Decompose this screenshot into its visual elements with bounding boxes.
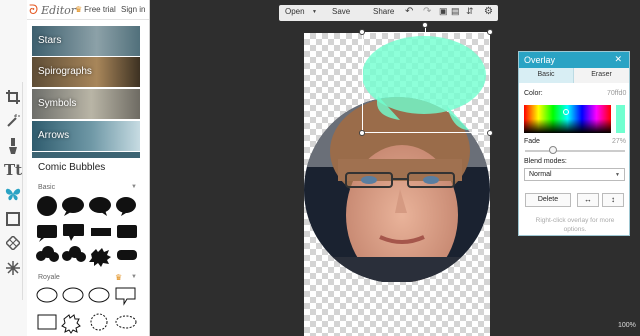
logo-text: Editor [41,4,77,17]
logo-mark-icon: ᘒ [29,3,39,18]
royale-bubble-grid [36,287,137,334]
app-logo[interactable]: ᘒ Editor [29,3,76,18]
crop-icon[interactable] [4,88,22,106]
delete-button[interactable]: Delete [525,193,571,207]
bubble-burst[interactable] [89,248,111,267]
tool-rail: Tt [0,0,27,336]
rail-divider [22,82,23,300]
zoom-level[interactable]: 100% [618,322,636,329]
outline-dashed[interactable] [115,315,137,329]
category-symbols[interactable]: Symbols [32,89,140,119]
save-button[interactable]: Save [332,7,350,16]
snowflake-icon[interactable] [4,259,22,277]
color-hex-value[interactable]: 70ffd0 [607,90,626,97]
bubble-oval-tail-3[interactable] [116,197,136,216]
dialog-title[interactable]: Overlay [519,52,629,68]
outline-bubble-2[interactable] [62,287,84,303]
bubble-rect-3[interactable] [117,225,137,238]
flip-vertical-icon[interactable]: ↕ [602,193,624,207]
hint-text: Right-click overlay for more options. [535,217,615,233]
chevron-down-icon[interactable]: ▼ [312,9,317,15]
category-label: Symbols [38,98,77,109]
open-menu[interactable]: Open [285,7,305,16]
selection-box[interactable] [362,32,490,133]
undo-icon[interactable]: ↶ [405,6,413,17]
fade-slider-knob[interactable] [549,146,557,154]
outline-burst[interactable] [61,314,81,334]
blend-label: Blend modes: [524,158,567,165]
category-label: Stars [38,35,62,46]
bubble-oval-tail-2[interactable] [89,197,111,216]
free-trial-link[interactable]: ♛ Free trial [75,5,116,14]
frame-icon[interactable] [4,210,22,228]
section-title: Comic Bubbles [38,162,106,173]
gallery-icon[interactable]: ▤ [451,6,460,17]
color-swatch[interactable] [616,105,625,133]
category-partial [32,152,140,158]
tab-eraser[interactable]: Eraser [574,68,629,83]
free-trial-label: Free trial [84,5,116,14]
butterfly-overlay-icon[interactable] [4,185,22,203]
bubble-round[interactable] [37,196,57,216]
bubble-flat-2[interactable] [117,250,137,260]
bubble-rect[interactable] [37,225,57,242]
chevron-down-icon[interactable]: ▼ [131,274,137,280]
overlay-dialog: Overlay ✕ Basic Eraser Color: 70ffd0 Fad… [518,51,630,236]
subsection-royale[interactable]: Royale [38,274,60,281]
text-icon[interactable]: Tt [4,161,22,179]
outline-rect[interactable] [37,314,57,330]
resize-handle-top-right[interactable] [487,29,493,35]
sort-icon[interactable]: ⇵ [466,6,474,17]
color-picker-cursor[interactable] [563,109,569,115]
share-button[interactable]: Share [373,7,394,16]
close-icon[interactable]: ✕ [614,54,622,65]
outline-cloud[interactable] [88,287,110,303]
overlay-panel: ᘒ Editor ♛ Free trial Sign in Stars Spirog… [27,0,150,336]
category-arrows[interactable]: Arrows [32,121,140,151]
color-label: Color: [524,90,543,97]
bubble-cloud[interactable] [36,246,59,262]
crown-icon: ♛ [75,5,83,14]
subsection-basic[interactable]: Basic [38,184,55,191]
bubble-cloud-2[interactable] [62,246,86,262]
bubble-oval-tail[interactable] [62,197,84,216]
sign-in-link[interactable]: Sign in [121,5,145,14]
category-label: Arrows [38,130,70,141]
magic-wand-icon[interactable] [4,112,22,130]
resize-handle-bottom-right[interactable] [487,130,493,136]
category-stars[interactable]: Stars [32,26,140,56]
fade-slider-track[interactable] [525,150,625,152]
crown-icon: ♛ [115,273,123,282]
outline-burst-2[interactable] [90,313,108,331]
redo-icon[interactable]: ↷ [423,6,431,17]
bubble-rect-2[interactable] [63,224,84,241]
blend-mode-value: Normal [529,171,552,178]
basic-bubble-grid [36,196,137,267]
flip-horizontal-icon[interactable]: ↔ [577,193,599,207]
resize-handle-top-left[interactable] [359,29,365,35]
blend-mode-select[interactable]: Normal ▼ [524,168,625,181]
category-label: Spirographs [38,66,92,77]
chevron-down-icon[interactable]: ▼ [131,184,137,190]
gear-icon[interactable]: ⚙ [484,6,493,17]
tab-basic[interactable]: Basic [519,68,574,83]
top-toolbar: Open ▼ Save Share ↶ ↷ ▣ ▤ ⇵ ⚙ [279,5,498,21]
fade-value: 27% [612,138,627,145]
category-spirographs[interactable]: Spirographs [32,57,140,87]
outline-box[interactable] [115,287,136,306]
texture-icon[interactable] [4,234,22,252]
panel-header: ᘒ Editor ♛ Free trial Sign in [27,0,149,20]
bubble-flat[interactable] [91,228,111,236]
rotate-handle[interactable] [422,22,428,28]
fade-label: Fade [524,138,540,145]
brush-icon[interactable] [4,137,22,155]
resize-handle-bottom-left[interactable] [359,130,365,136]
image-layers-icon[interactable]: ▣ [439,6,448,17]
chevron-down-icon: ▼ [615,172,620,178]
outline-bubble[interactable] [36,287,58,303]
